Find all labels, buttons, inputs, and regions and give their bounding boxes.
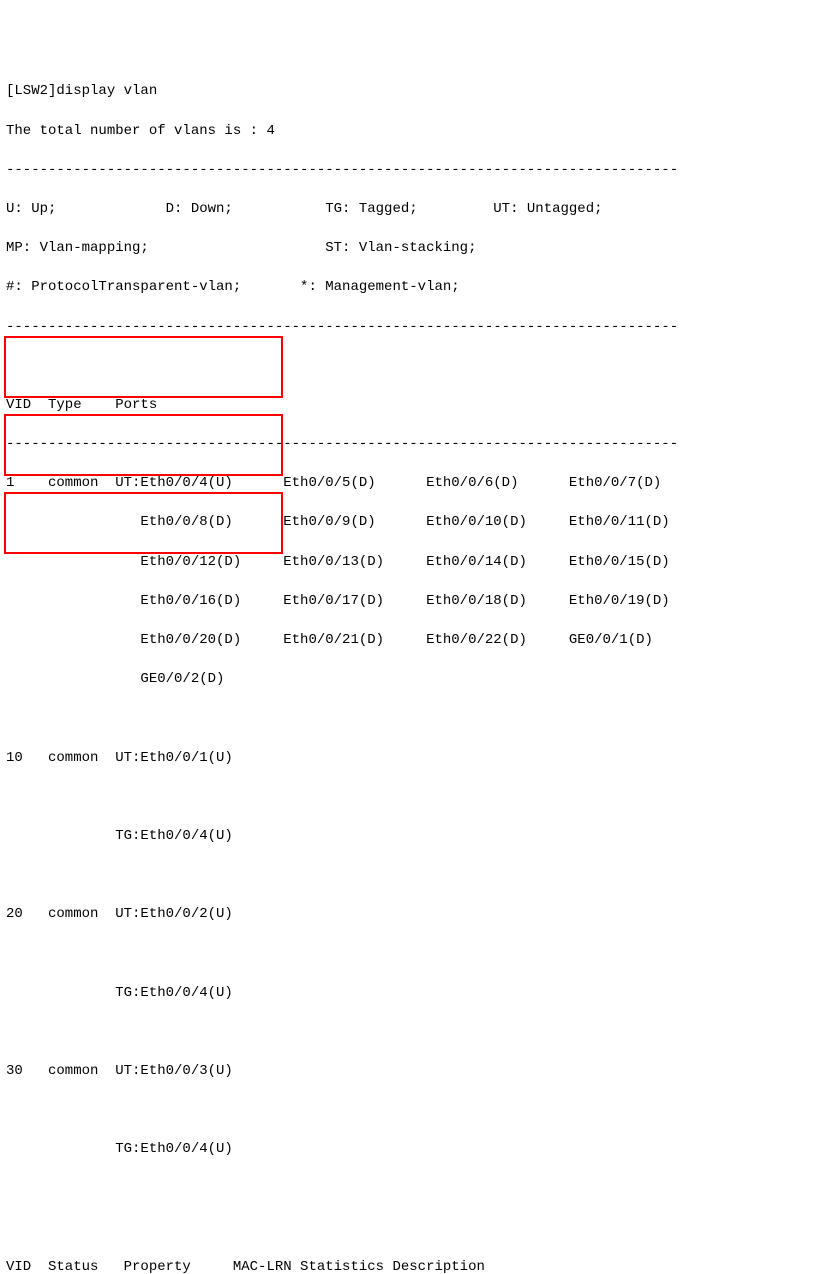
blank xyxy=(6,1023,813,1043)
divider: ----------------------------------------… xyxy=(6,318,813,338)
vlan-1-row: Eth0/0/12(D) Eth0/0/13(D) Eth0/0/14(D) E… xyxy=(6,553,813,573)
cmd-prompt: [LSW2]display vlan xyxy=(6,82,813,102)
vlan-30-row: 30 common UT:Eth0/0/3(U) xyxy=(6,1062,813,1082)
blank xyxy=(6,1101,813,1121)
blank xyxy=(6,866,813,886)
vlan-20-row: TG:Eth0/0/4(U) xyxy=(6,984,813,1004)
blank xyxy=(6,788,813,808)
total-vlans-line: The total number of vlans is : 4 xyxy=(6,122,813,142)
blank xyxy=(6,357,813,377)
blank xyxy=(6,709,813,729)
vlan-1-row: Eth0/0/8(D) Eth0/0/9(D) Eth0/0/10(D) Eth… xyxy=(6,513,813,533)
vlan-10-row: 10 common UT:Eth0/0/1(U) xyxy=(6,749,813,769)
legend-line-2: MP: Vlan-mapping; ST: Vlan-stacking; xyxy=(6,239,813,259)
table-header-status: VID Status Property MAC-LRN Statistics D… xyxy=(6,1258,813,1274)
vlan-20-row: 20 common UT:Eth0/0/2(U) xyxy=(6,905,813,925)
vlan-1-row: 1 common UT:Eth0/0/4(U) Eth0/0/5(D) Eth0… xyxy=(6,474,813,494)
vlan-1-row: Eth0/0/16(D) Eth0/0/17(D) Eth0/0/18(D) E… xyxy=(6,592,813,612)
legend-line-3: #: ProtocolTransparent-vlan; *: Manageme… xyxy=(6,278,813,298)
blank xyxy=(6,1180,813,1200)
vlan-30-row: TG:Eth0/0/4(U) xyxy=(6,1140,813,1160)
blank xyxy=(6,945,813,965)
vlan-1-row: GE0/0/2(D) xyxy=(6,670,813,690)
vlan-1-row: Eth0/0/20(D) Eth0/0/21(D) Eth0/0/22(D) G… xyxy=(6,631,813,651)
table-header-ports: VID Type Ports xyxy=(6,396,813,416)
legend-line-1: U: Up; D: Down; TG: Tagged; UT: Untagged… xyxy=(6,200,813,220)
blank xyxy=(6,1219,813,1239)
divider: ----------------------------------------… xyxy=(6,161,813,181)
divider: ----------------------------------------… xyxy=(6,435,813,455)
vlan-10-row: TG:Eth0/0/4(U) xyxy=(6,827,813,847)
